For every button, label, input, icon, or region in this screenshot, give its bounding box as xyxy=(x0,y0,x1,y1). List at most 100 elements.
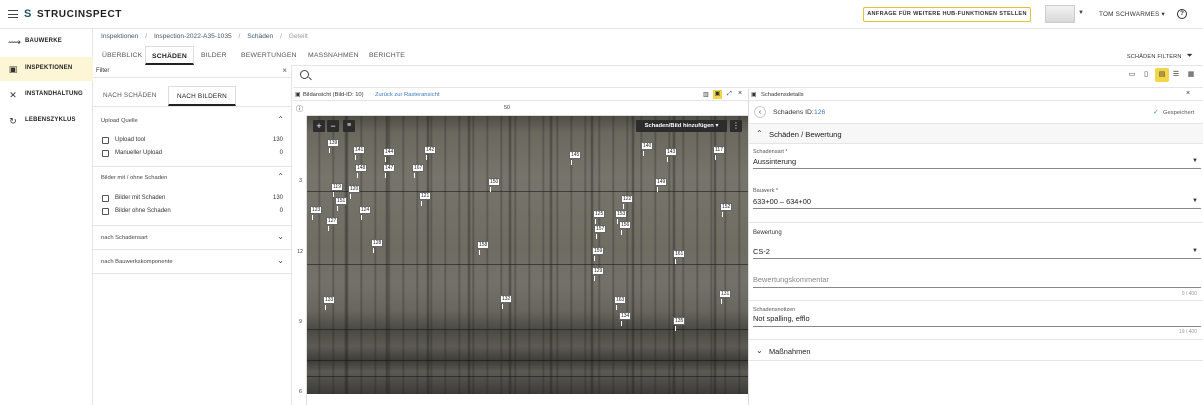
damage-tag[interactable]: 145 xyxy=(569,151,582,165)
option-bilder-ohne-schaden[interactable]: Bilder ohne Schaden 0 xyxy=(102,208,292,218)
damage-tag[interactable]: 133 xyxy=(323,296,336,310)
list-view-icon[interactable]: ☰ xyxy=(1169,68,1183,82)
layers-icon[interactable]: ≡ xyxy=(343,120,355,132)
damage-tag[interactable]: 140 xyxy=(641,142,654,156)
breadcrumb-item-inspection[interactable]: Inspection-2022-A35-1035 xyxy=(154,33,232,40)
add-damage-button[interactable]: Schaden/Bild hinzufügen ▾ xyxy=(636,120,727,132)
close-icon[interactable]: × xyxy=(1186,90,1190,97)
damage-tag[interactable]: 147 xyxy=(383,164,396,178)
highlight-icon[interactable]: ▣ xyxy=(713,90,722,99)
damage-tag[interactable]: 139 xyxy=(327,139,340,153)
expand-icon[interactable]: ⤢ xyxy=(727,91,732,98)
info-icon[interactable]: ⓘ xyxy=(296,104,303,114)
zoom-out-button[interactable]: − xyxy=(327,120,339,132)
damage-tag[interactable]: 141 xyxy=(353,146,366,160)
damage-tag[interactable]: 148 xyxy=(355,164,368,178)
grid-view-icon[interactable]: ▦ xyxy=(1184,68,1198,82)
tab-massnahmen[interactable]: MASSNAHMEN xyxy=(302,46,365,65)
bewertungskommentar-input[interactable]: Bewertungskommentar xyxy=(753,275,829,284)
sidebar-item-bauwerke[interactable]: ⟿ BAUWERKE xyxy=(0,30,93,54)
damage-tag[interactable]: 117 xyxy=(713,146,725,160)
damage-tag[interactable]: 135 xyxy=(673,317,686,331)
subtab-nach-schaeden[interactable]: NACH SCHÄDEN xyxy=(95,86,165,106)
tab-bilder[interactable]: BILDER xyxy=(195,46,233,65)
checkbox[interactable] xyxy=(102,208,109,215)
section-nach-bauwerkskomponente[interactable]: nach Bauwerkskomponente xyxy=(101,259,173,265)
checkbox[interactable] xyxy=(102,150,109,157)
back-chevron-icon[interactable]: ‹ xyxy=(754,106,766,118)
damage-tag[interactable]: 123 xyxy=(310,206,323,220)
checkbox[interactable] xyxy=(102,195,109,202)
structure-thumbnail[interactable] xyxy=(1045,5,1075,23)
detail-view-icon[interactable]: ▤ xyxy=(1155,68,1169,82)
damage-tag[interactable]: 153 xyxy=(615,210,628,224)
sidebar-item-lebenszyklus[interactable]: ↻ LEBENSZYKLUS xyxy=(0,109,93,133)
schadensnotizen-input[interactable]: Not spalling, efflo xyxy=(753,314,810,323)
damage-tag[interactable]: 163 xyxy=(614,296,627,310)
back-to-grid-link[interactable]: Zurück zur Rasteransicht xyxy=(375,92,439,98)
caret-down-icon[interactable]: ▼ xyxy=(1192,248,1198,254)
damage-tag[interactable]: 150 xyxy=(488,178,501,192)
section-schaeden-bewertung[interactable]: ⌃ Schäden / Bewertung xyxy=(749,124,1203,144)
damage-tag[interactable]: 134 xyxy=(619,312,632,326)
chevron-up-icon[interactable]: ⌃ xyxy=(277,115,284,124)
damage-tag[interactable]: 149 xyxy=(655,178,668,192)
damage-tag[interactable]: 129 xyxy=(592,267,605,281)
damage-tag[interactable]: 132 xyxy=(500,295,513,309)
close-icon[interactable]: × xyxy=(738,90,742,97)
damage-tag[interactable]: 161 xyxy=(673,250,686,264)
section-upload-quelle[interactable]: Upload Quelle xyxy=(101,118,138,124)
checkbox[interactable] xyxy=(102,137,109,144)
chevron-down-icon[interactable]: ▼ xyxy=(1078,10,1084,16)
damage-tag[interactable]: 125 xyxy=(593,210,606,224)
damage-tag[interactable]: 151 xyxy=(335,197,348,211)
damage-tag[interactable]: 119 xyxy=(331,183,343,197)
filter-input[interactable]: Filter xyxy=(96,68,109,74)
damage-filter-button[interactable]: SCHÄDEN FILTERN ⏷ xyxy=(1127,51,1193,61)
section-bilder-mit-ohne-schaden[interactable]: Bilder mit / ohne Schaden xyxy=(101,175,167,181)
sidebar-item-instandhaltung[interactable]: ✕ INSTANDHALTUNG xyxy=(0,83,93,107)
damage-tag[interactable]: 156 xyxy=(619,221,632,235)
damage-tag[interactable]: 142 xyxy=(424,146,437,160)
damage-tag[interactable]: 128 xyxy=(371,239,384,253)
tab-berichte[interactable]: BERICHTE xyxy=(363,46,411,65)
search-icon[interactable] xyxy=(300,70,309,79)
zoom-in-button[interactable]: + xyxy=(313,120,325,132)
damage-tag[interactable]: 157 xyxy=(594,225,607,239)
section-nach-schadensart[interactable]: nach Schadensart xyxy=(101,235,148,241)
user-menu[interactable]: TOM SCHWARMES ▾ xyxy=(1099,10,1165,18)
inspection-image[interactable]: 139 141 144 142 145 140 143 117 148 147 167 150 149 1… xyxy=(307,116,748,394)
damage-tag[interactable]: 121 xyxy=(419,192,432,206)
damage-tag[interactable]: 144 xyxy=(383,148,396,162)
menu-icon[interactable] xyxy=(8,10,18,18)
option-bilder-mit-schaden[interactable]: Bilder mit Schaden 130 xyxy=(102,195,292,205)
breadcrumb-item-schaeden[interactable]: Schäden xyxy=(247,33,273,40)
option-upload-tool[interactable]: Upload tool 130 xyxy=(102,137,292,147)
section-massnahmen[interactable]: ⌄ Maßnahmen xyxy=(749,340,1203,361)
damage-tag[interactable]: 152 xyxy=(720,203,733,217)
chevron-up-icon[interactable]: ⌃ xyxy=(277,172,284,181)
tab-bewertungen[interactable]: BEWERTUNGEN xyxy=(235,46,303,65)
bauwerk-select[interactable]: 633+00 – 634+00 xyxy=(753,197,811,206)
damage-tag[interactable]: 143 xyxy=(665,148,678,162)
tab-ueberblick[interactable]: ÜBERBLICK xyxy=(96,46,148,65)
damage-tag[interactable]: 131 xyxy=(719,290,732,304)
layout-icon[interactable]: ▥ xyxy=(703,91,709,98)
damage-tag[interactable]: 127 xyxy=(326,217,339,231)
close-icon[interactable]: × xyxy=(282,66,287,75)
subtab-nach-bildern[interactable]: NACH BILDERN xyxy=(168,86,236,106)
split-view-icon[interactable]: ▯ xyxy=(1139,68,1153,82)
help-icon[interactable]: ? xyxy=(1177,9,1187,19)
tab-schaeden[interactable]: SCHÄDEN xyxy=(145,46,195,65)
damage-tag[interactable]: 122 xyxy=(621,195,634,209)
damage-tag[interactable]: 124 xyxy=(359,206,372,220)
damage-tag[interactable]: 159 xyxy=(592,247,605,261)
more-options-icon[interactable]: ⋮ xyxy=(730,120,742,132)
image-view-icon[interactable]: ▭ xyxy=(1125,68,1139,82)
damage-tag[interactable]: 120 xyxy=(348,185,361,199)
damage-tag[interactable]: 158 xyxy=(477,241,490,255)
sidebar-item-inspektionen[interactable]: ▣ INSPEKTIONEN xyxy=(0,57,93,81)
damage-tag[interactable]: 167 xyxy=(412,164,425,178)
caret-down-icon[interactable]: ▼ xyxy=(1192,198,1198,204)
option-manueller-upload[interactable]: Manueller Upload 0 xyxy=(102,150,292,160)
